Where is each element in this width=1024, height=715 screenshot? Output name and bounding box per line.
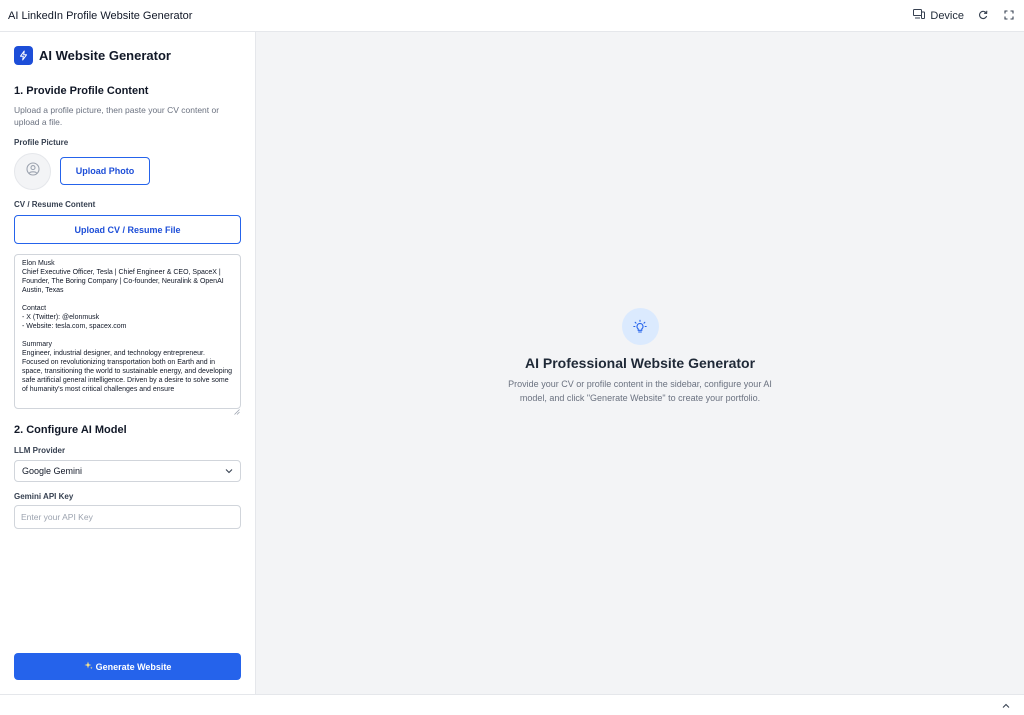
resize-grip-icon[interactable]	[234, 402, 240, 415]
device-icon	[913, 9, 926, 22]
chevron-down-icon	[225, 466, 233, 476]
profile-picture-label: Profile Picture	[14, 138, 69, 147]
upload-photo-button[interactable]: Upload Photo	[60, 157, 150, 185]
lightning-icon	[14, 46, 33, 65]
sidebar: AI Website Generator 1. Provide Profile …	[0, 32, 256, 694]
empty-state-description: Provide your CV or profile content in th…	[508, 379, 772, 403]
app-title: AI LinkedIn Profile Website Generator	[8, 9, 193, 22]
brand: AI Website Generator	[14, 46, 171, 65]
step2-heading: 2. Configure AI Model	[14, 424, 127, 436]
llm-provider-select[interactable]: Google Gemini	[14, 460, 241, 482]
fullscreen-icon	[1004, 7, 1014, 25]
api-key-input[interactable]	[14, 505, 241, 529]
collapse-panel-button[interactable]	[1000, 699, 1012, 711]
cv-content-textarea[interactable]	[14, 254, 241, 409]
upload-cv-button[interactable]: Upload CV / Resume File	[14, 215, 241, 244]
device-toggle-button[interactable]: Device	[913, 9, 964, 22]
refresh-button[interactable]	[976, 9, 990, 23]
refresh-icon	[978, 7, 988, 25]
step1-heading: 1. Provide Profile Content	[14, 85, 149, 97]
user-icon	[25, 162, 40, 181]
llm-provider-value: Google Gemini	[22, 466, 83, 476]
profile-avatar	[14, 153, 51, 190]
cv-content-label: CV / Resume Content	[14, 200, 96, 209]
bottom-bar	[0, 694, 1024, 715]
generate-website-label: Generate Website	[95, 661, 172, 672]
chevron-up-icon	[1002, 696, 1010, 714]
step1-help-text: Upload a profile picture, then paste you…	[14, 105, 220, 127]
llm-provider-label: LLM Provider	[14, 446, 66, 455]
preview-pane: AI Professional Website Generator Provid…	[256, 32, 1024, 694]
empty-state-title: AI Professional Website Generator	[524, 355, 756, 371]
device-label: Device	[930, 9, 964, 22]
brand-name: AI Website Generator	[39, 48, 171, 63]
sparkles-icon	[84, 661, 93, 672]
empty-state: AI Professional Website Generator Provid…	[256, 308, 1024, 405]
lightbulb-icon	[621, 308, 659, 345]
generate-website-button[interactable]: Generate Website	[14, 653, 241, 680]
window-titlebar: AI LinkedIn Profile Website Generator De…	[0, 0, 1024, 32]
api-key-label: Gemini API Key	[14, 492, 74, 501]
fullscreen-button[interactable]	[1002, 9, 1016, 23]
